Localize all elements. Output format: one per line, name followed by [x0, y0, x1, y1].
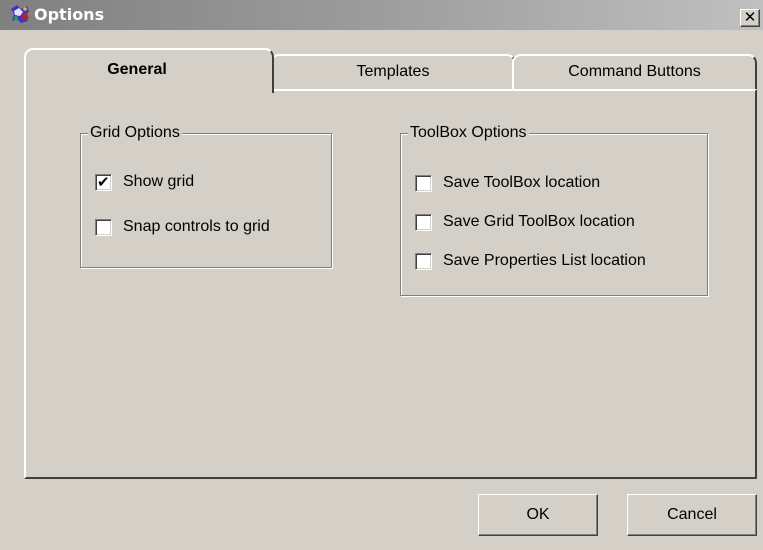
save-toolbox-location-checkbox[interactable]	[415, 175, 432, 192]
tab-templates[interactable]: Templates	[270, 54, 516, 91]
tab-general-label: General	[107, 61, 167, 78]
save-toolbox-location-label[interactable]: Save ToolBox location	[443, 173, 600, 193]
save-properties-list-location-checkbox[interactable]	[415, 253, 432, 270]
grid-options-legend: Grid Options	[88, 123, 182, 143]
save-grid-toolbox-location-checkbox[interactable]	[415, 214, 432, 231]
tab-command-buttons[interactable]: Command Buttons	[512, 54, 757, 91]
tab-command-buttons-label: Command Buttons	[568, 63, 701, 80]
save-grid-toolbox-location-label[interactable]: Save Grid ToolBox location	[443, 212, 635, 232]
cancel-button[interactable]: Cancel	[627, 494, 757, 536]
show-grid-label[interactable]: Show grid	[123, 172, 194, 192]
app-icon	[11, 5, 29, 23]
toolbox-options-group: ToolBox Options Save ToolBox location Sa…	[400, 123, 708, 296]
grid-options-group: Grid Options ✔ Show grid Snap controls t…	[80, 123, 332, 268]
ok-button[interactable]: OK	[478, 494, 598, 536]
snap-to-grid-checkbox[interactable]	[95, 219, 112, 236]
title-bar[interactable]: Options ✕	[0, 0, 763, 30]
options-dialog: Options ✕ General Templates Command Butt…	[0, 0, 763, 550]
general-tab-panel: Grid Options ✔ Show grid Snap controls t…	[24, 89, 757, 479]
snap-to-grid-label[interactable]: Snap controls to grid	[123, 217, 270, 237]
close-button[interactable]: ✕	[740, 9, 760, 27]
show-grid-checkbox[interactable]: ✔	[95, 173, 112, 191]
checkmark-icon: ✔	[97, 173, 110, 191]
window-title: Options	[34, 5, 105, 24]
save-properties-list-location-label[interactable]: Save Properties List location	[443, 251, 646, 271]
toolbox-options-legend: ToolBox Options	[408, 123, 529, 143]
tab-templates-label: Templates	[356, 63, 430, 80]
close-icon: ✕	[743, 8, 757, 26]
tab-general[interactable]: General	[24, 48, 274, 93]
